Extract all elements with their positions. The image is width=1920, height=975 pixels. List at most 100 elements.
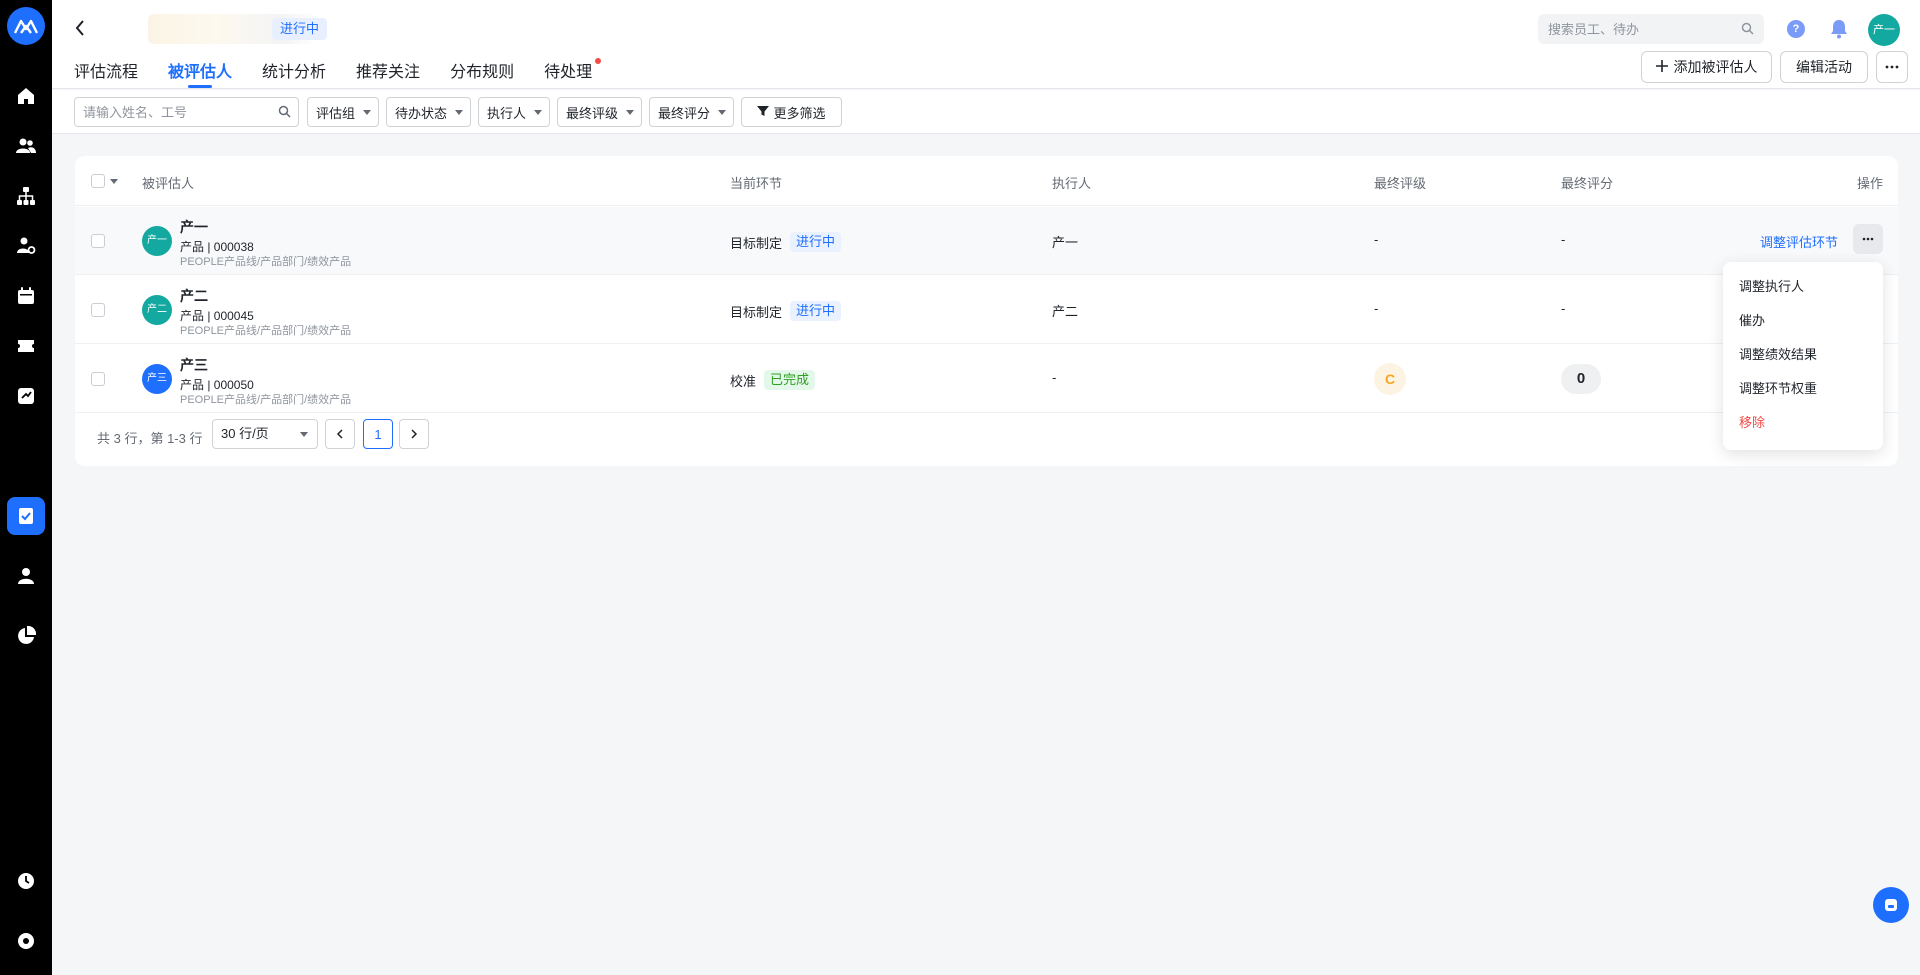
row-actions-menu: 调整执行人 催办 调整绩效结果 调整环节权重 移除 — [1723, 262, 1883, 450]
settings-icon[interactable] — [14, 929, 38, 953]
tab-distribution-rules[interactable]: 分布规则 — [450, 58, 514, 88]
pagination: 共 3 行，第 1-3 行 30 行/页 1 — [75, 416, 1898, 456]
app-logo-icon[interactable] — [7, 7, 45, 45]
search-icon[interactable] — [278, 105, 291, 121]
caret-down-icon — [300, 432, 308, 437]
filter-eval-group[interactable]: 评估组 — [307, 97, 379, 127]
stage-name: 校准 — [730, 373, 757, 389]
filter-executor[interactable]: 执行人 — [478, 97, 550, 127]
profile-icon[interactable] — [14, 564, 38, 588]
page-size-select[interactable]: 30 行/页 — [212, 419, 318, 449]
tab-statistics[interactable]: 统计分析 — [262, 58, 326, 88]
chat-support-icon[interactable] — [1873, 887, 1909, 923]
row-checkbox[interactable] — [91, 303, 105, 317]
global-search-input[interactable] — [1538, 14, 1728, 44]
filter-final-score[interactable]: 最终评分 — [649, 97, 734, 127]
more-options-icon[interactable] — [1876, 51, 1908, 83]
transfer-icon[interactable] — [14, 384, 38, 408]
calendar-icon[interactable] — [14, 284, 38, 308]
final-grade-badge: C — [1374, 363, 1406, 395]
row-more-icon[interactable] — [1853, 224, 1883, 254]
select-menu-caret-icon[interactable] — [110, 179, 118, 184]
final-grade-cell: - — [1374, 232, 1379, 247]
column-header-actions: 操作 — [1857, 176, 1884, 191]
adjust-stage-link[interactable]: 调整评估环节 — [1760, 232, 1838, 251]
help-icon[interactable]: ? — [1787, 20, 1805, 38]
column-header-final-grade: 最终评级 — [1374, 176, 1427, 191]
page-header: 进行中 评估流程 被评估人 统计分析 推荐关注 分布规则 待处理 ? 产一 添加… — [52, 0, 1920, 89]
filter-executor-label: 执行人 — [487, 105, 527, 121]
user-settings-icon[interactable] — [14, 234, 38, 258]
evaluatee-name[interactable]: 产二 — [180, 286, 208, 306]
left-nav-rail — [0, 0, 52, 975]
filter-bar: 评估组 待办状态 执行人 最终评级 最终评分 更多筛选 — [52, 90, 1920, 134]
more-filters-button[interactable]: 更多筛选 — [741, 97, 842, 127]
people-icon[interactable] — [14, 134, 38, 158]
filter-todo-status[interactable]: 待办状态 — [386, 97, 471, 127]
select-all-checkbox[interactable] — [91, 174, 105, 188]
table-row[interactable]: 产二 产二 产品 | 000045 PEOPLE产品线/产品部门/绩效产品 目标… — [75, 276, 1898, 344]
filter-final-score-label: 最终评分 — [658, 105, 711, 121]
evaluatee-table: 被评估人 当前环节 执行人 最终评级 最终评分 操作 产一 产一 产品 | 00… — [75, 156, 1898, 466]
menu-item-adjust-result[interactable]: 调整绩效结果 — [1723, 338, 1883, 372]
executor-cell: - — [1052, 370, 1057, 385]
activity-status-badge: 进行中 — [272, 18, 328, 40]
user-avatar[interactable]: 产一 — [1868, 14, 1900, 46]
table-row[interactable]: 产三 产三 产品 | 000050 PEOPLE产品线/产品部门/绩效产品 校准… — [75, 345, 1898, 413]
table-row[interactable]: 产一 产一 产品 | 000038 PEOPLE产品线/产品部门/绩效产品 目标… — [75, 207, 1898, 275]
evaluatee-name[interactable]: 产一 — [180, 217, 208, 237]
home-icon[interactable] — [14, 84, 38, 108]
search-icon[interactable] — [1741, 22, 1754, 38]
next-page-icon[interactable] — [399, 419, 429, 449]
clock-icon[interactable] — [14, 869, 38, 893]
menu-item-remove[interactable]: 移除 — [1723, 406, 1883, 440]
tab-flow[interactable]: 评估流程 — [74, 58, 138, 88]
bell-icon[interactable] — [1830, 19, 1848, 42]
caret-down-icon — [363, 110, 371, 115]
current-stage: 校准 已完成 — [730, 370, 816, 390]
final-score-cell: - — [1561, 301, 1566, 316]
row-checkbox[interactable] — [91, 372, 105, 386]
avatar: 产一 — [142, 226, 172, 256]
column-header-stage: 当前环节 — [730, 176, 783, 191]
filter-final-grade-label: 最终评级 — [566, 105, 619, 121]
filter-eval-group-label: 评估组 — [316, 105, 356, 121]
table-header: 被评估人 当前环节 执行人 最终评级 最终评分 操作 — [75, 156, 1898, 206]
final-grade-cell: - — [1374, 301, 1379, 316]
column-header-final-score: 最终评分 — [1561, 176, 1614, 191]
stage-name: 目标制定 — [730, 235, 783, 251]
evaluatee-department: PEOPLE产品线/产品部门/绩效产品 — [180, 256, 352, 268]
name-search-input[interactable] — [75, 98, 270, 126]
page-number[interactable]: 1 — [363, 419, 393, 449]
pie-chart-icon[interactable] — [14, 624, 38, 648]
evaluatee-department: PEOPLE产品线/产品部门/绩效产品 — [180, 325, 352, 337]
tab-recommended[interactable]: 推荐关注 — [356, 58, 420, 88]
menu-item-adjust-weight[interactable]: 调整环节权重 — [1723, 372, 1883, 406]
row-checkbox[interactable] — [91, 234, 105, 248]
tab-pending[interactable]: 待处理 — [544, 58, 602, 88]
add-evaluatee-button[interactable]: 添加被评估人 — [1641, 51, 1772, 83]
current-stage: 目标制定 进行中 — [730, 232, 842, 252]
notification-dot — [595, 58, 602, 64]
prev-page-icon[interactable] — [325, 419, 355, 449]
column-header-executor: 执行人 — [1052, 176, 1092, 191]
tab-evaluatees[interactable]: 被评估人 — [168, 58, 232, 88]
performance-icon[interactable] — [7, 497, 45, 535]
executor-cell: 产二 — [1052, 304, 1079, 319]
pagination-info: 共 3 行，第 1-3 行 — [97, 431, 203, 446]
edit-activity-button[interactable]: 编辑活动 — [1780, 51, 1868, 83]
menu-item-remind[interactable]: 催办 — [1723, 304, 1883, 338]
ticket-icon[interactable] — [14, 334, 38, 358]
final-score-cell: - — [1561, 232, 1566, 247]
tab-pending-label: 待处理 — [544, 64, 593, 81]
executor-cell: 产一 — [1052, 235, 1079, 250]
evaluatee-name[interactable]: 产三 — [180, 355, 208, 375]
filter-final-grade[interactable]: 最终评级 — [557, 97, 642, 127]
back-arrow-icon[interactable] — [68, 16, 92, 40]
current-stage: 目标制定 进行中 — [730, 301, 842, 321]
menu-item-adjust-executor[interactable]: 调整执行人 — [1723, 270, 1883, 304]
stage-status-badge: 进行中 — [790, 232, 842, 252]
org-chart-icon[interactable] — [14, 184, 38, 208]
avatar: 产三 — [142, 364, 172, 394]
column-header-evaluatee: 被评估人 — [142, 176, 195, 191]
